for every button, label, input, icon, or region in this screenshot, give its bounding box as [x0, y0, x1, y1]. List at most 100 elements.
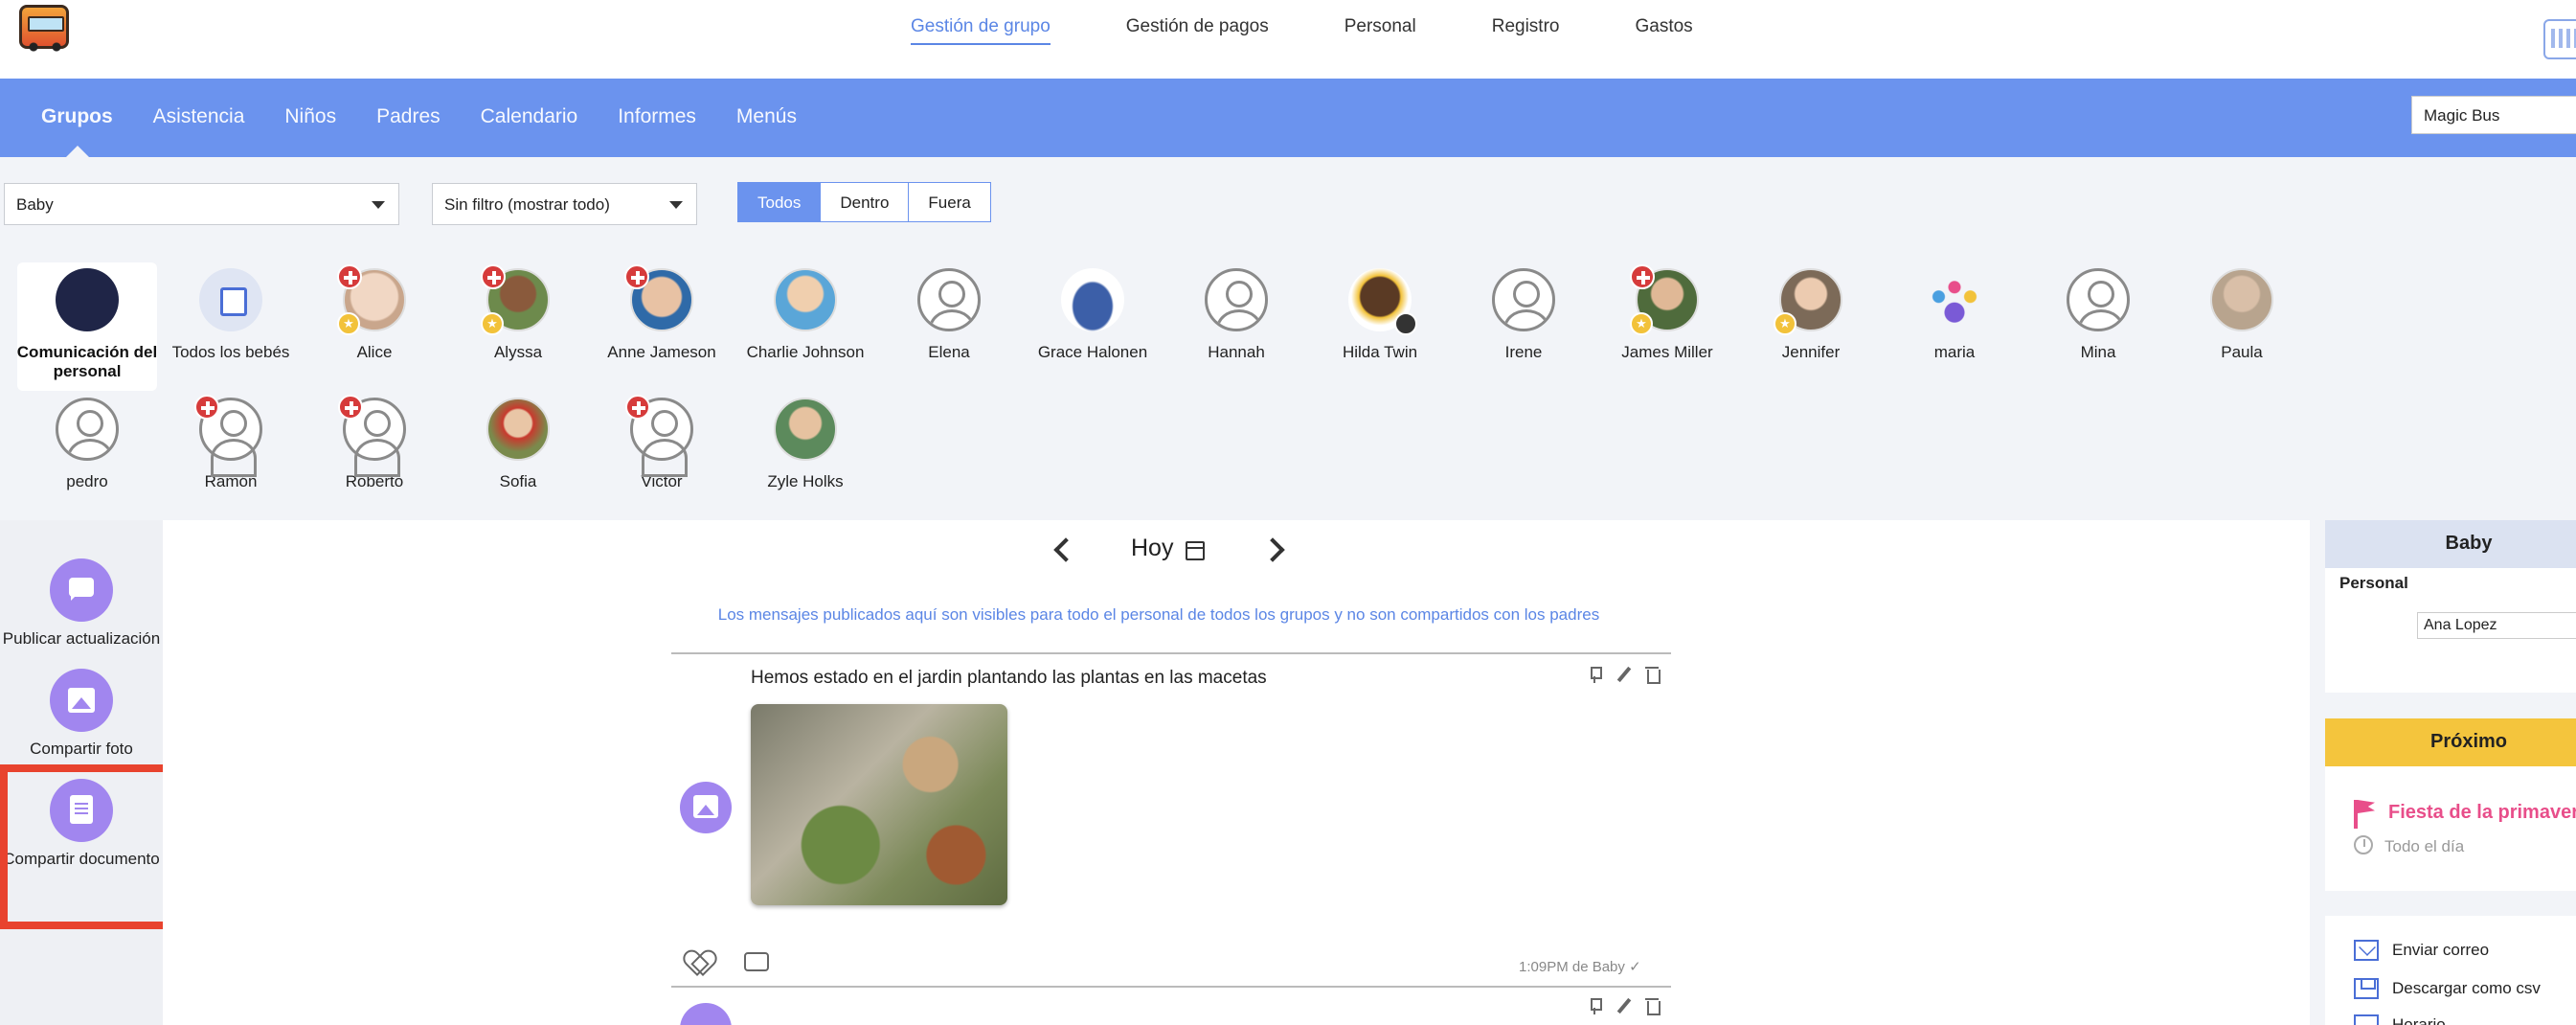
- child-alyssa[interactable]: ★ Alyssa: [446, 262, 590, 362]
- avatar: ★: [1630, 264, 1699, 335]
- child-charlie-johnson[interactable]: Charlie Johnson: [734, 262, 877, 362]
- child-paula[interactable]: Paula: [2170, 262, 2314, 362]
- child-staff-communication[interactable]: Comunicación del personal: [15, 262, 159, 381]
- chat-bubble-icon: [50, 558, 113, 622]
- pin-icon[interactable]: [1587, 666, 1602, 683]
- child-grace-halonen[interactable]: Grace Halonen: [1021, 262, 1164, 362]
- top-bar: Gestión de grupo Gestión de pagos Person…: [0, 0, 2576, 79]
- child-hannah[interactable]: Hannah: [1164, 262, 1308, 362]
- subnav-reports[interactable]: Informes: [618, 105, 696, 128]
- post-photo[interactable]: [751, 704, 1007, 905]
- post-update-button[interactable]: Publicar actualización: [0, 558, 163, 649]
- date-label[interactable]: Hoy: [1131, 535, 1173, 562]
- child-roberto[interactable]: Roberto: [303, 392, 446, 491]
- medical-badge-icon: [624, 264, 649, 289]
- chevron-left-icon[interactable]: [1053, 537, 1078, 562]
- trash-icon[interactable]: [1644, 997, 1661, 1015]
- child-mina[interactable]: Mina: [2026, 262, 2170, 362]
- segment-outside[interactable]: Fuera: [909, 183, 990, 221]
- clock-icon: [2354, 835, 2373, 854]
- send-email-link[interactable]: Enviar correo: [2354, 940, 2489, 961]
- child-victor[interactable]: Victor: [590, 392, 734, 491]
- share-photo-button[interactable]: Compartir foto: [0, 669, 163, 759]
- subnav-menus[interactable]: Menús: [736, 105, 797, 128]
- schedule-link[interactable]: Horario: [2354, 1014, 2446, 1025]
- child-jennifer[interactable]: ★ Jennifer: [1739, 262, 1883, 362]
- topnav-staff[interactable]: Personal: [1344, 16, 1416, 45]
- avatar: [486, 398, 550, 461]
- child-elena[interactable]: Elena: [877, 262, 1021, 362]
- avatar: [1061, 268, 1124, 331]
- subnav-groups[interactable]: Grupos: [41, 105, 113, 128]
- topnav-group-management[interactable]: Gestión de grupo: [911, 16, 1051, 45]
- medical-badge-icon: [337, 264, 362, 289]
- child-irene[interactable]: Irene: [1452, 262, 1595, 362]
- child-maria[interactable]: maria: [1883, 262, 2026, 362]
- child-james-miller[interactable]: ★ James Miller: [1595, 262, 1739, 362]
- child-zyle-holks[interactable]: Zyle Holks: [734, 392, 877, 491]
- trash-icon[interactable]: [1644, 666, 1661, 684]
- staff-select-value: Ana Lopez: [2424, 617, 2497, 633]
- visibility-notice: Los mensajes publicados aquí son visible…: [717, 605, 1600, 624]
- child-pedro[interactable]: pedro: [15, 392, 159, 491]
- avatar: [1348, 268, 1417, 335]
- segment-all[interactable]: Todos: [738, 183, 822, 221]
- child-name: Charlie Johnson: [746, 343, 865, 361]
- bus-logo-icon[interactable]: [19, 5, 69, 52]
- child-anne-jameson[interactable]: Anne Jameson: [590, 262, 734, 362]
- child-name: Irene: [1504, 343, 1543, 361]
- topnav-payments[interactable]: Gestión de pagos: [1126, 16, 1269, 45]
- edit-icon[interactable]: [1616, 666, 1631, 683]
- presence-toggle: Todos Dentro Fuera: [737, 182, 991, 222]
- child-name: Jennifer: [1781, 343, 1841, 361]
- child-all-babies[interactable]: Todos los bebés: [159, 262, 303, 362]
- child-name: Hilda Twin: [1342, 343, 1418, 361]
- edit-icon[interactable]: [1616, 997, 1631, 1014]
- pin-icon[interactable]: [1587, 997, 1602, 1014]
- child-sofia[interactable]: Sofia: [446, 392, 590, 491]
- staff-label: Personal: [2339, 574, 2408, 592]
- image-icon: [50, 669, 113, 732]
- child-name: Alyssa: [493, 343, 543, 361]
- event-time: Todo el día: [2384, 837, 2465, 855]
- group-dropdown-value: Baby: [16, 195, 54, 214]
- star-badge-icon: ★: [1630, 312, 1653, 335]
- album-icon: [199, 268, 262, 331]
- subnav-attendance[interactable]: Asistencia: [153, 105, 245, 128]
- child-name: Paula: [2221, 343, 2263, 361]
- subnav-children[interactable]: Niños: [284, 105, 336, 128]
- child-name: maria: [1933, 343, 1976, 361]
- avatar-placeholder-icon: [2067, 268, 2130, 331]
- filter-dropdown[interactable]: Sin filtro (mostrar todo): [432, 183, 697, 225]
- divider: [671, 986, 1671, 988]
- medical-badge-icon: [481, 264, 506, 289]
- chevron-right-icon[interactable]: [1260, 537, 1285, 562]
- child-hilda-twin[interactable]: Hilda Twin: [1308, 262, 1452, 362]
- group-dropdown[interactable]: Baby: [4, 183, 399, 225]
- topnav-register[interactable]: Registro: [1492, 16, 1560, 45]
- child-name: Mina: [2080, 343, 2116, 361]
- subnav-parents[interactable]: Padres: [376, 105, 441, 128]
- avatar-placeholder-icon: [625, 395, 693, 477]
- child-alice[interactable]: ★ Alice: [303, 262, 446, 362]
- top-navigation: Gestión de grupo Gestión de pagos Person…: [911, 16, 1769, 45]
- event-name[interactable]: Fiesta de la primavera: [2388, 802, 2576, 824]
- child-name: pedro: [66, 472, 108, 490]
- post-type-icon: [680, 1003, 732, 1025]
- school-select[interactable]: Magic Bus: [2411, 96, 2576, 134]
- topnav-expenses[interactable]: Gastos: [1635, 16, 1692, 45]
- medical-badge-icon: [625, 395, 650, 420]
- kiosk-keypad-icon[interactable]: [2543, 19, 2576, 59]
- calendar-icon[interactable]: [1186, 541, 1205, 560]
- download-csv-link[interactable]: Descargar como csv: [2354, 978, 2541, 999]
- subnav-calendar[interactable]: Calendario: [481, 105, 578, 128]
- heart-icon[interactable]: [686, 949, 712, 974]
- staff-select[interactable]: Ana Lopez: [2417, 612, 2576, 639]
- comment-icon[interactable]: [744, 952, 769, 971]
- avatar: [624, 264, 693, 331]
- child-ramon[interactable]: Ramón: [159, 392, 303, 491]
- staff-feed: Hoy Los mensajes publicados aquí son vis…: [163, 520, 2310, 1025]
- post-update-label: Publicar actualización: [2, 629, 161, 648]
- share-photo-label: Compartir foto: [30, 740, 133, 758]
- segment-inside[interactable]: Dentro: [821, 183, 910, 221]
